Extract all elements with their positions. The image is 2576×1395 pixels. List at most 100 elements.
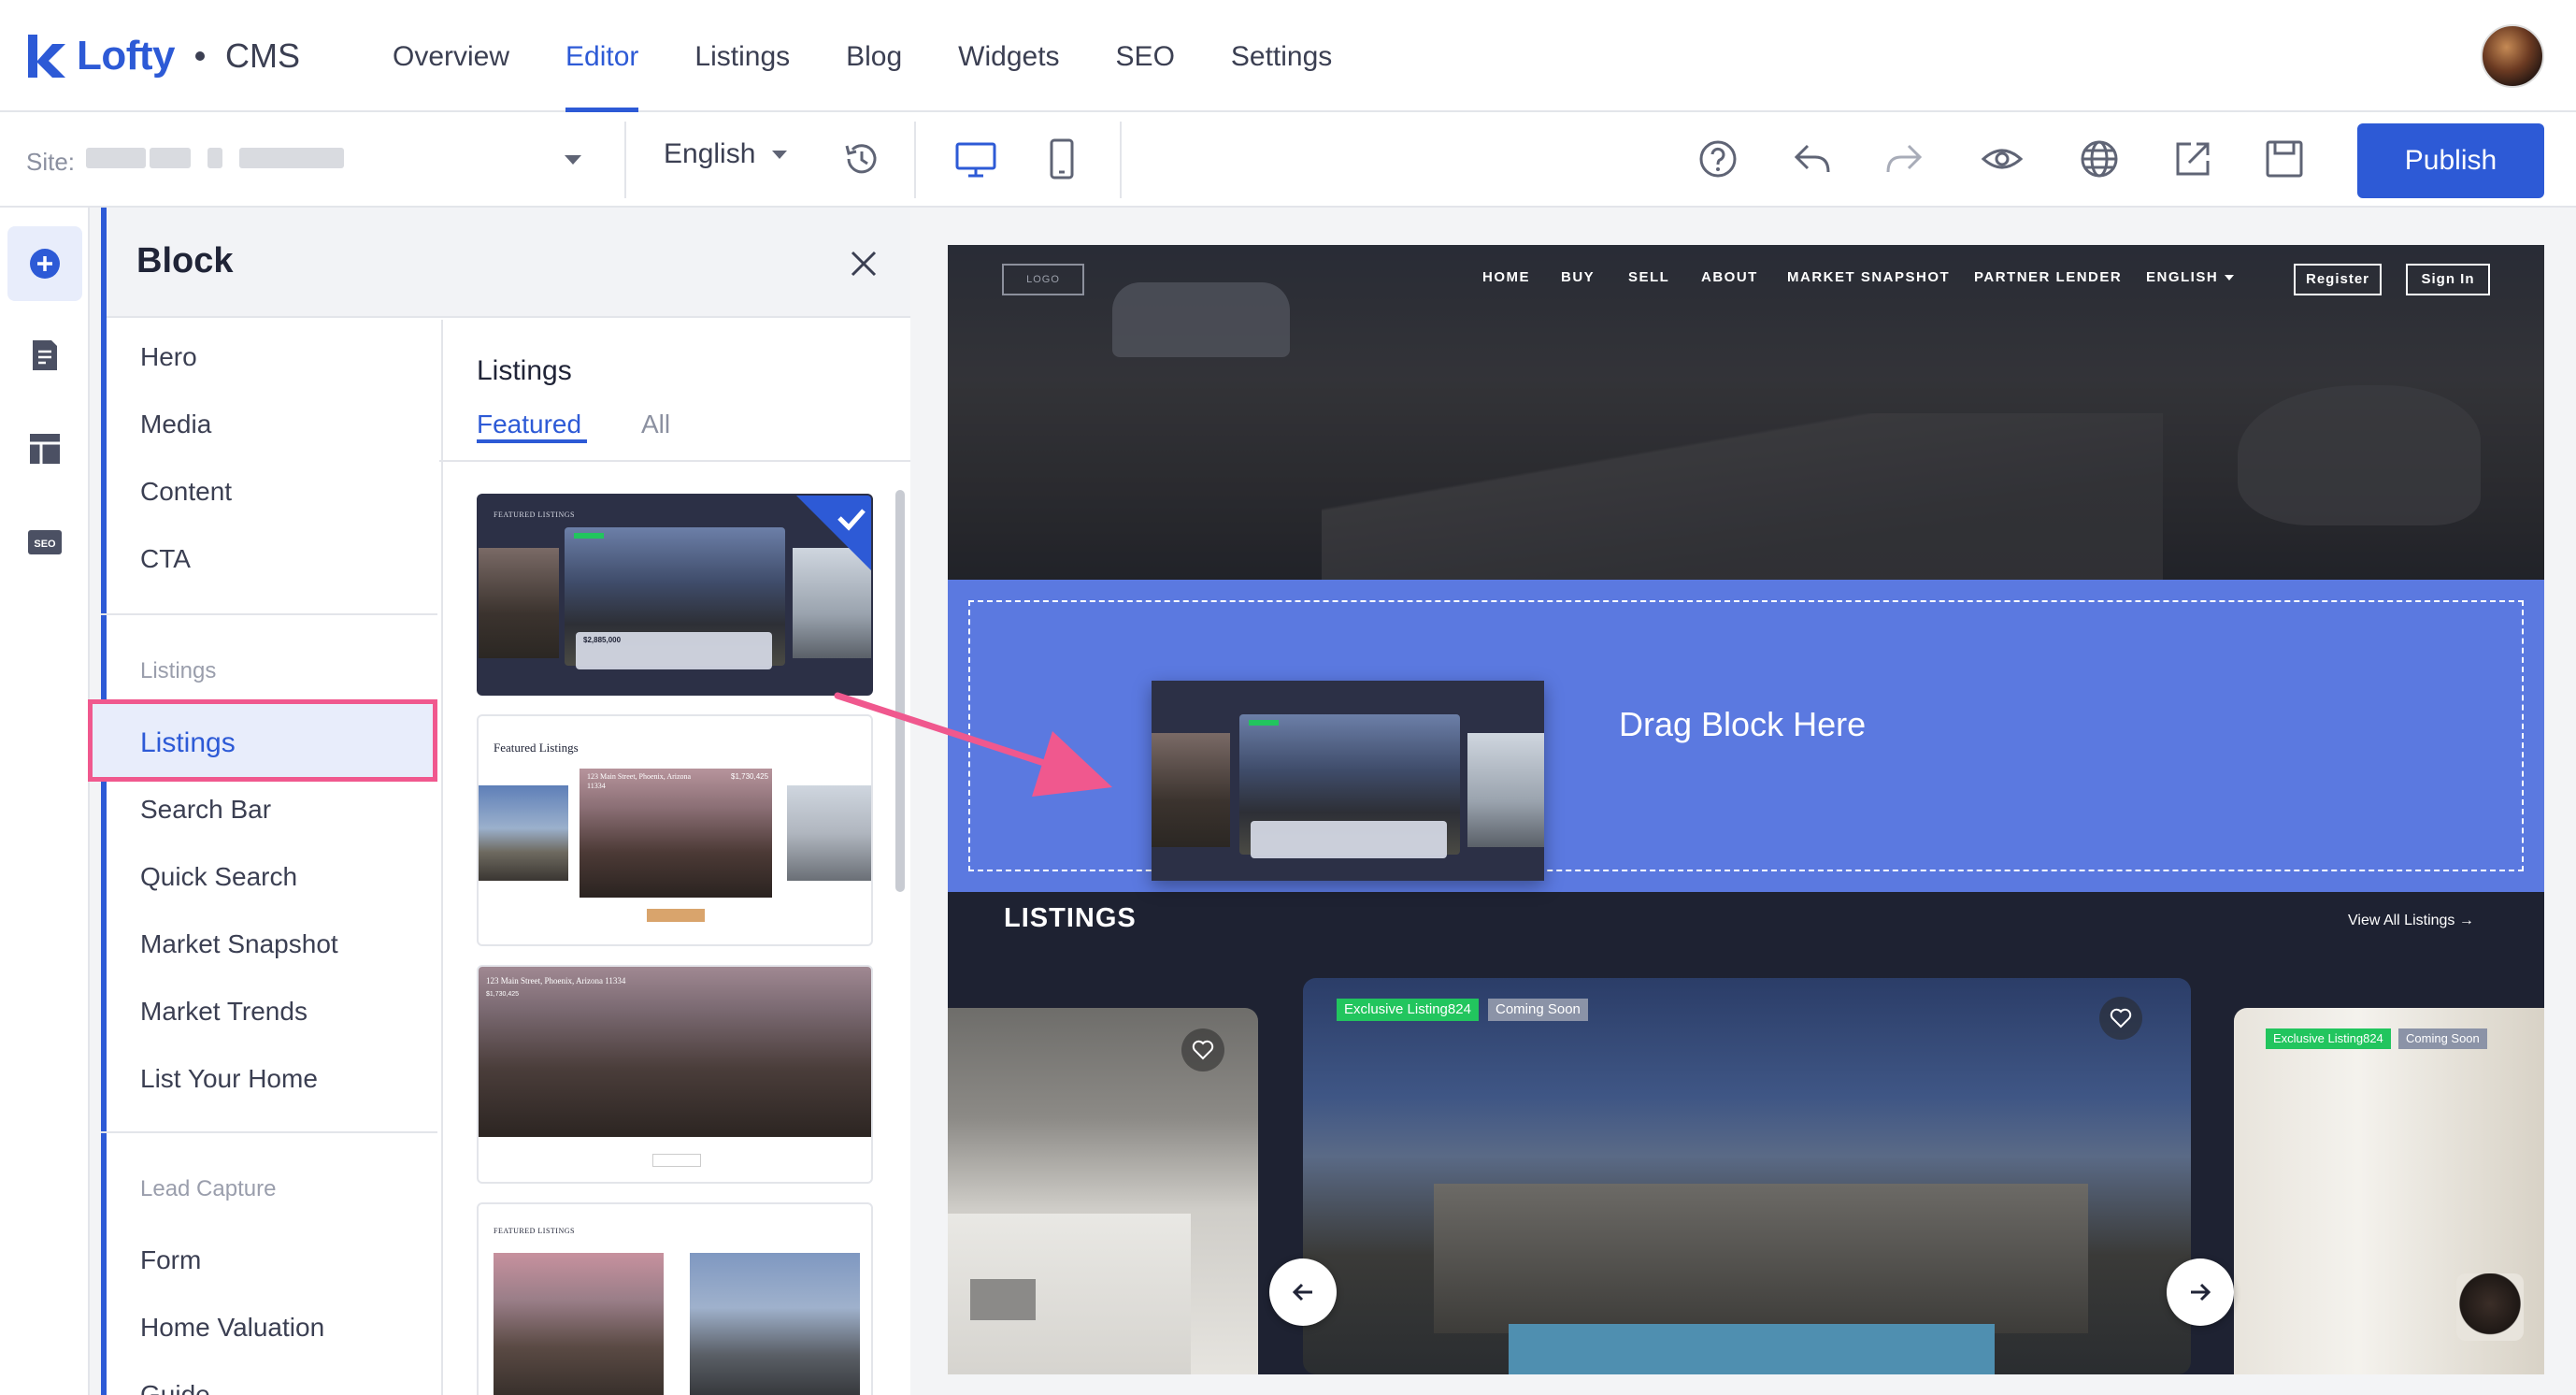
- site-nav-partner-lender[interactable]: PARTNER LENDER: [1974, 269, 2122, 285]
- user-avatar[interactable]: [2481, 24, 2544, 88]
- mobile-view-icon[interactable]: [1039, 137, 1084, 181]
- site-nav-about[interactable]: ABOUT: [1701, 269, 1758, 285]
- arrow-right-icon: [2191, 1283, 2211, 1302]
- site-nav-sell[interactable]: SELL: [1628, 269, 1669, 285]
- share-export-icon[interactable]: [2170, 137, 2215, 181]
- block-thumbnail-featured-2[interactable]: Featured Listings 123 Main Street, Phoen…: [477, 714, 873, 946]
- rail-pages[interactable]: [7, 318, 82, 393]
- block-thumbnail-featured-4[interactable]: FEATURED LISTINGS: [477, 1202, 873, 1395]
- category-hero[interactable]: Hero: [140, 342, 197, 372]
- category-cta[interactable]: CTA: [140, 544, 191, 574]
- site-nav-market-snapshot[interactable]: MARKET SNAPSHOT: [1787, 269, 1950, 285]
- tab-featured[interactable]: Featured: [477, 410, 581, 439]
- category-divider: [101, 613, 437, 615]
- nav-overview[interactable]: Overview: [393, 0, 509, 112]
- category-search-bar[interactable]: Search Bar: [140, 795, 271, 825]
- favorite-heart-icon[interactable]: [2099, 997, 2142, 1040]
- rail-seo[interactable]: SEO: [7, 505, 82, 580]
- dragged-block-ghost[interactable]: [1152, 681, 1544, 881]
- site-sign-in-button[interactable]: Sign In: [2406, 264, 2490, 295]
- nav-listings[interactable]: Listings: [694, 0, 790, 112]
- desktop-view-icon[interactable]: [953, 137, 998, 181]
- ghost-photo-right: [1467, 733, 1544, 847]
- site-language-caret-icon: [2225, 275, 2234, 280]
- kitchen-appliance: [970, 1279, 1036, 1320]
- gallery-scrollbar[interactable]: [895, 490, 905, 892]
- rail-add-block[interactable]: [7, 226, 82, 301]
- coming-soon-badge: Coming Soon: [2398, 1028, 2487, 1049]
- ghost-photo-left: [1152, 733, 1230, 847]
- brand-separator: [195, 51, 206, 61]
- nav-blog[interactable]: Blog: [846, 0, 902, 112]
- brand-logo[interactable]: Lofty CMS: [24, 26, 300, 86]
- chat-avatar[interactable]: [2456, 1273, 2524, 1341]
- help-icon[interactable]: [1696, 137, 1740, 181]
- thumb-price: $1,730,425: [731, 772, 769, 781]
- site-register-button[interactable]: Register: [2294, 264, 2382, 295]
- nav-seo[interactable]: SEO: [1116, 0, 1175, 112]
- thumb-photo-left: [494, 1253, 664, 1395]
- site-nav-home[interactable]: HOME: [1482, 269, 1530, 285]
- site-nav-language[interactable]: ENGLISH: [2146, 269, 2218, 285]
- publish-button[interactable]: Publish: [2357, 123, 2544, 198]
- site-name-redacted: [208, 148, 222, 168]
- redo-icon[interactable]: [1882, 137, 1927, 181]
- thumb-address: 123 Main Street, Phoenix, Arizona 11334: [587, 772, 692, 790]
- category-market-trends[interactable]: Market Trends: [140, 997, 308, 1027]
- favorite-heart-icon[interactable]: [1181, 1028, 1224, 1071]
- arrow-left-icon: [1292, 1283, 1312, 1302]
- category-media[interactable]: Media: [140, 410, 211, 439]
- category-listings[interactable]: Listings: [140, 727, 236, 759]
- site-dropdown-icon[interactable]: [565, 155, 581, 165]
- block-thumbnail-featured-1[interactable]: FEATURED LISTINGS $2,885,000: [477, 494, 873, 696]
- brand-product: CMS: [225, 36, 301, 75]
- category-form[interactable]: Form: [140, 1245, 201, 1275]
- view-all-listings-link[interactable]: View All Listings →: [2348, 913, 2474, 929]
- site-nav-buy[interactable]: BUY: [1561, 269, 1595, 285]
- nav-widgets[interactable]: Widgets: [958, 0, 1059, 112]
- preview-eye-icon[interactable]: [1980, 137, 2025, 181]
- listing-house: [1434, 1184, 2088, 1333]
- site-name-redacted: [86, 148, 146, 168]
- listing-card-right[interactable]: Exclusive Listing824 Coming Soon: [2234, 1008, 2544, 1374]
- lofty-logo-icon: [28, 35, 65, 78]
- category-list-your-home[interactable]: List Your Home: [140, 1064, 318, 1094]
- site-logo-placeholder[interactable]: LOGO: [1002, 264, 1084, 295]
- history-icon[interactable]: [839, 137, 884, 181]
- thumb-button: [652, 1154, 701, 1167]
- site-name-redacted: [150, 148, 191, 168]
- carousel-next-button[interactable]: [2167, 1258, 2234, 1326]
- block-thumbnail-featured-3[interactable]: 123 Main Street, Phoenix, Arizona 11334 …: [477, 965, 873, 1184]
- thumb-photo-left: [479, 785, 568, 881]
- nav-editor[interactable]: Editor: [565, 0, 639, 112]
- block-drop-zone[interactable]: Drag Block Here: [948, 580, 2544, 892]
- close-icon[interactable]: [847, 247, 880, 280]
- listing-card-left[interactable]: [948, 1008, 1258, 1374]
- page-icon: [33, 340, 57, 370]
- listing-card-center[interactable]: Exclusive Listing824 Coming Soon: [1303, 978, 2191, 1374]
- listings-section-title: LISTINGS: [1004, 903, 1137, 933]
- rail-layout[interactable]: [7, 411, 82, 486]
- save-icon[interactable]: [2262, 137, 2307, 181]
- language-select[interactable]: English: [664, 138, 788, 170]
- category-home-valuation[interactable]: Home Valuation: [140, 1313, 324, 1343]
- nav-settings[interactable]: Settings: [1231, 0, 1332, 112]
- category-quick-search[interactable]: Quick Search: [140, 862, 297, 892]
- thumb-photo-right: [787, 785, 871, 881]
- site-preview-canvas: LOGO HOME BUY SELL ABOUT MARKET SNAPSHOT…: [948, 245, 2544, 1374]
- category-content[interactable]: Content: [140, 477, 232, 507]
- tab-all[interactable]: All: [641, 410, 670, 439]
- category-list: Hero Media Content CTA Listings Listings…: [88, 208, 437, 1395]
- thumb-heading: FEATURED LISTINGS: [494, 511, 575, 519]
- category-market-snapshot[interactable]: Market Snapshot: [140, 929, 338, 959]
- undo-icon[interactable]: [1789, 137, 1834, 181]
- selected-check-icon: [796, 496, 871, 570]
- thumb-price: $2,885,000: [583, 636, 622, 644]
- category-guide[interactable]: Guide: [140, 1380, 210, 1395]
- arrow-right-icon: →: [2458, 913, 2474, 928]
- thumb-price: $1,730,425: [486, 991, 520, 998]
- carousel-prev-button[interactable]: [1269, 1258, 1337, 1326]
- globe-icon[interactable]: [2077, 137, 2122, 181]
- ghost-info-card: [1251, 821, 1447, 858]
- chevron-down-icon: [772, 150, 788, 159]
